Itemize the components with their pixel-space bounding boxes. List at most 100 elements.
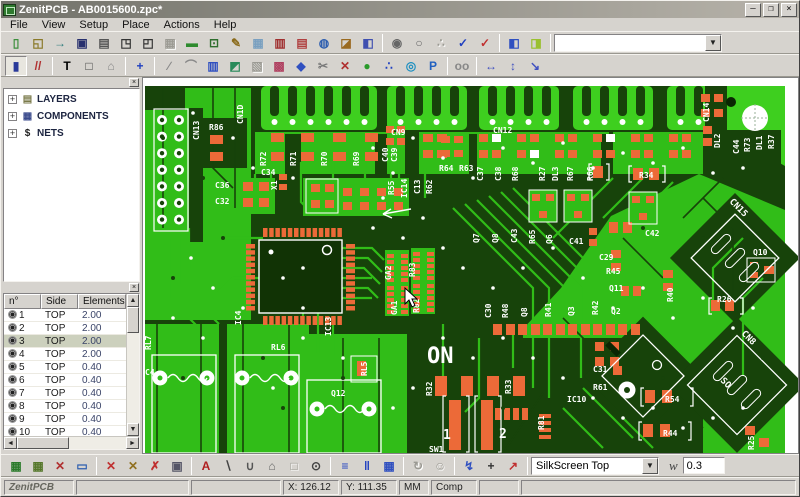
chevron-down-icon[interactable]: ▼ <box>705 35 721 51</box>
library-icon[interactable]: ▥ <box>269 33 291 53</box>
table-row[interactable]: 2TOP2.00 <box>4 322 126 335</box>
table-row[interactable]: 5TOP0.40 <box>4 361 126 374</box>
layer-swap-icon[interactable]: ◨ <box>525 33 547 53</box>
move-ref-icon[interactable]: + <box>480 456 502 476</box>
sidebar-item-nets[interactable]: +$NETS <box>4 125 139 142</box>
pad-column-icon[interactable]: ‖ <box>356 456 378 476</box>
measure-icon[interactable]: ↗ <box>502 456 524 476</box>
close-button[interactable]: × <box>781 3 797 17</box>
scroll-down-icon[interactable]: ▼ <box>127 423 139 436</box>
netlist-icon[interactable]: ⊡ <box>203 33 225 53</box>
layer-radio-icon[interactable] <box>9 350 16 357</box>
table-row[interactable]: 1TOP2.00 <box>4 309 126 322</box>
package-icon[interactable]: ◧ <box>357 33 379 53</box>
draw-circle-icon[interactable]: ⊙ <box>305 456 327 476</box>
display-icon[interactable]: ▭ <box>71 456 93 476</box>
rotate-component-icon[interactable]: ◆ <box>290 56 312 76</box>
layer-combo[interactable]: SilkScreen Top ▼ <box>531 457 659 475</box>
scroll-right-icon[interactable]: ► <box>126 437 139 449</box>
layer-radio-icon[interactable] <box>9 415 16 422</box>
table-row[interactable]: 7TOP0.40 <box>4 387 126 400</box>
board-backup-icon[interactable]: ▦ <box>27 456 49 476</box>
draw-polyline-icon[interactable]: ∪ <box>239 456 261 476</box>
place-component-icon[interactable]: ◩ <box>224 56 246 76</box>
layer-radio-icon[interactable] <box>9 324 16 331</box>
maximize-button[interactable]: ❐ <box>763 3 779 17</box>
expand-icon[interactable]: + <box>8 95 17 104</box>
board-icon[interactable]: ▬ <box>181 33 203 53</box>
draw-polygon-icon[interactable]: ⌂ <box>261 456 283 476</box>
scroll-up-icon[interactable]: ▲ <box>127 294 139 307</box>
table-row[interactable]: 4TOP2.00 <box>4 348 126 361</box>
footprint-library-icon[interactable]: ▤ <box>291 33 313 53</box>
expand-icon[interactable]: + <box>8 129 17 138</box>
highlight-net-icon[interactable]: ↯ <box>458 456 480 476</box>
move-tool-icon[interactable]: + <box>129 56 151 76</box>
sidebar-item-components[interactable]: +▦COMPONENTS <box>4 108 139 125</box>
snapshot-icon[interactable]: ▣ <box>166 456 188 476</box>
layer-radio-icon[interactable] <box>9 363 16 370</box>
zoom-window-icon[interactable]: ◰ <box>137 33 159 53</box>
close-icon[interactable]: × <box>129 283 139 292</box>
layer-radio-icon[interactable] <box>9 376 16 383</box>
redraw-icon[interactable]: ↻ <box>407 456 429 476</box>
unlock-icon[interactable]: ○ <box>408 33 430 53</box>
layer-radio-icon[interactable] <box>9 402 16 409</box>
report-icon[interactable]: ▦ <box>247 33 269 53</box>
pin-tool-icon[interactable]: P <box>422 56 444 76</box>
dim-horizontal-icon[interactable]: ↔ <box>480 56 502 76</box>
layer-radio-icon[interactable] <box>9 428 16 435</box>
line-tool-icon[interactable]: ∕ <box>158 56 180 76</box>
dim-vertical-icon[interactable]: ↕ <box>502 56 524 76</box>
delete-tool-icon[interactable]: ✕ <box>334 56 356 76</box>
menu-setup[interactable]: Setup <box>72 19 115 31</box>
layer-radio-icon[interactable] <box>9 389 16 396</box>
menu-file[interactable]: File <box>3 19 35 31</box>
scrollbar-thumb[interactable] <box>127 307 139 333</box>
text-tool-icon[interactable]: T <box>56 56 78 76</box>
chevron-down-icon[interactable]: ▼ <box>642 458 658 474</box>
pcb-canvas[interactable]: CN1DCN13R86R72C34R71R70R69CN9C40C39X1C36… <box>142 77 799 454</box>
copy-tool-icon[interactable]: oo <box>451 56 473 76</box>
arc-tool-icon[interactable]: ⌒ <box>180 56 202 76</box>
ratsnest-tool-icon[interactable]: ▥ <box>202 56 224 76</box>
via-tool-icon[interactable]: ● <box>356 56 378 76</box>
web-icon[interactable]: ◍ <box>313 33 335 53</box>
menu-actions[interactable]: Actions <box>157 19 207 31</box>
sidebar-item-layers[interactable]: +▤LAYERS <box>4 91 139 108</box>
rectangle-tool-icon[interactable]: □ <box>78 56 100 76</box>
hatch-tool-icon[interactable]: // <box>27 56 49 76</box>
target-via-icon[interactable]: ◎ <box>400 56 422 76</box>
draw-line-icon[interactable]: ∖ <box>217 456 239 476</box>
drc-check-icon[interactable]: ✓ <box>452 33 474 53</box>
open-folder-icon[interactable]: ◱ <box>27 33 49 53</box>
pcb-drawing[interactable]: CN1DCN13R86R72C34R71R70R69CN9C40C39X1C36… <box>143 78 799 453</box>
table-row[interactable]: 3TOP2.00 <box>4 335 126 348</box>
drc-clear-icon[interactable]: ✓ <box>474 33 496 53</box>
component-combo[interactable]: ▼ <box>554 34 722 52</box>
grid-icon[interactable]: ▦ <box>159 33 181 53</box>
layer-radio-icon[interactable] <box>9 311 16 318</box>
horizontal-scrollbar[interactable]: ◄ ► <box>4 436 139 449</box>
scrollbar-thumb[interactable] <box>17 437 69 449</box>
menu-view[interactable]: View <box>35 19 73 31</box>
zoom-extents-icon[interactable]: ◳ <box>115 33 137 53</box>
delete-net-icon[interactable]: ✗ <box>144 456 166 476</box>
menu-place[interactable]: Place <box>115 19 157 31</box>
table-row[interactable]: 8TOP0.40 <box>4 400 126 413</box>
rename-component-icon[interactable]: ▧ <box>246 56 268 76</box>
properties-icon[interactable]: ✎ <box>225 33 247 53</box>
select-tool-icon[interactable]: ▮ <box>5 56 27 76</box>
close-icon[interactable]: × <box>129 78 139 87</box>
menu-help[interactable]: Help <box>207 19 244 31</box>
snap-icon[interactable]: ∴ <box>430 33 452 53</box>
layer-radio-icon[interactable] <box>9 337 16 344</box>
layer-pair-icon[interactable]: ◧ <box>503 33 525 53</box>
project-icon[interactable]: ◪ <box>335 33 357 53</box>
minimize-button[interactable]: – <box>745 3 761 17</box>
clear-board-icon[interactable]: ✕ <box>49 456 71 476</box>
scroll-left-icon[interactable]: ◄ <box>4 437 17 449</box>
board-update-icon[interactable]: ▦ <box>5 456 27 476</box>
delete-track-icon[interactable]: ✕ <box>100 456 122 476</box>
replace-component-icon[interactable]: ▩ <box>268 56 290 76</box>
